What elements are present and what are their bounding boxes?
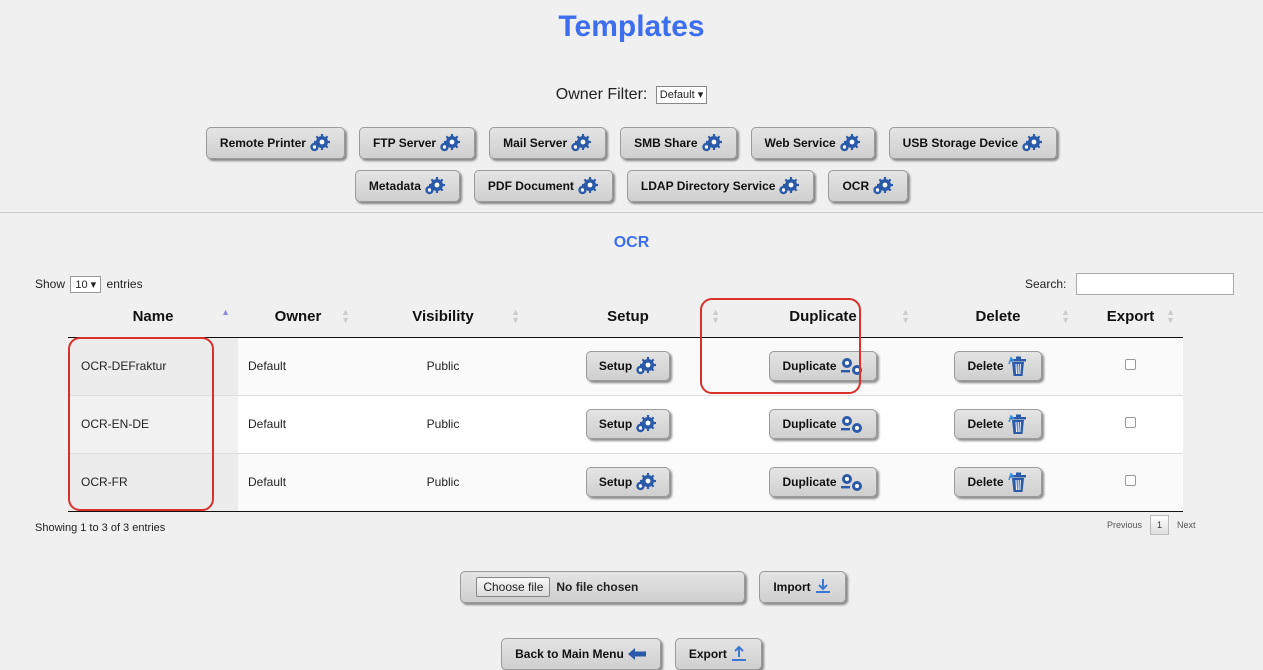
gear-icon — [839, 133, 861, 153]
template-type-row-2: Metadata PDF Document LDAP Directory Ser… — [0, 170, 1263, 202]
choose-file-button[interactable]: Choose file — [476, 577, 551, 597]
ftp-server-button[interactable]: FTP Server — [358, 127, 476, 159]
web-service-button[interactable]: Web Service — [750, 127, 875, 159]
cell-owner: Default — [238, 336, 358, 395]
previous-link[interactable]: Previous — [1107, 520, 1142, 530]
gear-icon — [309, 133, 331, 153]
export-icon — [730, 645, 748, 663]
import-row: Choose file No file chosen Import — [0, 571, 1263, 603]
cell-owner: Default — [238, 452, 358, 512]
column-header-name[interactable]: Name ▲ — [68, 297, 238, 338]
remote-printer-button[interactable]: Remote Printer — [205, 127, 345, 159]
duplicate-icon — [840, 472, 864, 492]
cell-owner: Default — [238, 394, 358, 453]
setup-button[interactable]: Setup — [585, 467, 671, 497]
sort-icon: ▲ ▼ — [1061, 307, 1070, 325]
duplicate-button[interactable]: Duplicate — [769, 467, 877, 497]
show-label: Show — [35, 277, 66, 291]
arrow-left-icon — [627, 647, 647, 661]
next-link[interactable]: Next — [1177, 520, 1196, 530]
show-entries: Show 10 ▾ entries — [35, 276, 143, 293]
owner-filter: Owner Filter: Default ▾ — [0, 86, 1263, 104]
gear-icon — [635, 356, 657, 376]
setup-button[interactable]: Setup — [585, 351, 671, 381]
table-info: Showing 1 to 3 of 3 entries — [35, 522, 166, 534]
pdf-document-button[interactable]: PDF Document — [473, 170, 613, 202]
trash-icon — [1007, 471, 1029, 493]
column-header-owner[interactable]: Owner ▲ ▼ — [238, 297, 358, 338]
section-title: OCR — [613, 234, 650, 251]
export-checkbox[interactable] — [1125, 359, 1136, 370]
cell-visibility: Public — [358, 394, 528, 453]
sort-icon: ▲ ▼ — [511, 307, 520, 325]
cell-visibility: Public — [358, 336, 528, 395]
gear-icon — [778, 176, 800, 196]
export-button[interactable]: Export — [674, 638, 762, 670]
setup-button[interactable]: Setup — [585, 409, 671, 439]
template-type-row-1: Remote Printer FTP Server Mail Server SM… — [0, 127, 1263, 159]
duplicate-icon — [840, 414, 864, 434]
gear-icon — [1021, 133, 1043, 153]
cell-visibility: Public — [358, 452, 528, 512]
gear-icon — [701, 133, 723, 153]
footer-actions: Back to Main Menu Export — [0, 638, 1263, 670]
divider — [0, 212, 1263, 213]
pagination: Previous 1 Next — [1107, 515, 1196, 535]
gear-icon — [439, 133, 461, 153]
file-input[interactable]: Choose file No file chosen — [460, 571, 746, 603]
gear-icon — [635, 414, 657, 434]
sort-icon: ▲ ▼ — [901, 307, 910, 325]
table-row: OCR-EN-DE Default Public Setup Duplicate… — [68, 394, 1183, 453]
delete-button[interactable]: Delete — [954, 409, 1042, 439]
gear-icon — [570, 133, 592, 153]
import-icon — [814, 578, 832, 596]
import-button[interactable]: Import — [759, 571, 846, 603]
usb-storage-device-button[interactable]: USB Storage Device — [888, 127, 1058, 159]
export-checkbox[interactable] — [1125, 475, 1136, 486]
search-label: Search: — [1025, 277, 1067, 291]
gear-icon — [577, 176, 599, 196]
table-row: OCR-FR Default Public Setup Duplicate De… — [68, 452, 1183, 512]
trash-icon — [1007, 355, 1029, 377]
owner-filter-label: Owner Filter: — [555, 86, 648, 104]
search: Search: — [1025, 273, 1235, 295]
export-checkbox[interactable] — [1125, 417, 1136, 428]
entries-select[interactable]: 10 ▾ — [70, 276, 102, 293]
delete-button[interactable]: Delete — [954, 467, 1042, 497]
page-title: Templates — [558, 10, 705, 43]
back-to-main-menu-button[interactable]: Back to Main Menu — [501, 638, 661, 670]
mail-server-button[interactable]: Mail Server — [489, 127, 607, 159]
search-input[interactable] — [1076, 273, 1235, 295]
owner-filter-select[interactable]: Default ▾ — [655, 86, 708, 104]
delete-button[interactable]: Delete — [954, 351, 1042, 381]
highlight-annotation-duplicate — [700, 298, 861, 394]
column-header-visibility[interactable]: Visibility ▲ ▼ — [358, 297, 528, 338]
page-1-button[interactable]: 1 — [1150, 515, 1170, 535]
column-header-delete[interactable]: Delete ▲ ▼ — [918, 297, 1078, 338]
duplicate-button[interactable]: Duplicate — [769, 409, 877, 439]
trash-icon — [1007, 413, 1029, 435]
sort-asc-icon: ▲ — [221, 307, 230, 317]
gear-icon — [424, 176, 446, 196]
table-row: OCR-DEFraktur Default Public Setup Dupli… — [68, 336, 1183, 395]
ocr-button[interactable]: OCR — [828, 170, 909, 202]
gear-icon — [872, 176, 894, 196]
column-header-setup[interactable]: Setup ▲ ▼ — [528, 297, 728, 338]
sort-icon: ▲ ▼ — [1166, 307, 1175, 325]
column-header-export[interactable]: Export ▲ ▼ — [1078, 297, 1183, 338]
metadata-button[interactable]: Metadata — [354, 170, 460, 202]
table-header-row: Name ▲ Owner ▲ ▼ Visibility ▲ ▼ Setup ▲ ▼ Dupli… — [68, 297, 1183, 338]
ldap-directory-service-button[interactable]: LDAP Directory Service — [626, 170, 815, 202]
highlight-annotation-names — [68, 337, 214, 511]
smb-share-button[interactable]: SMB Share — [620, 127, 737, 159]
file-status: No file chosen — [556, 580, 639, 594]
gear-icon — [635, 472, 657, 492]
templates-table: Name ▲ Owner ▲ ▼ Visibility ▲ ▼ Setup ▲ ▼ Dupli… — [68, 297, 1183, 512]
sort-icon: ▲ ▼ — [341, 307, 350, 325]
entries-label: entries — [106, 277, 143, 291]
